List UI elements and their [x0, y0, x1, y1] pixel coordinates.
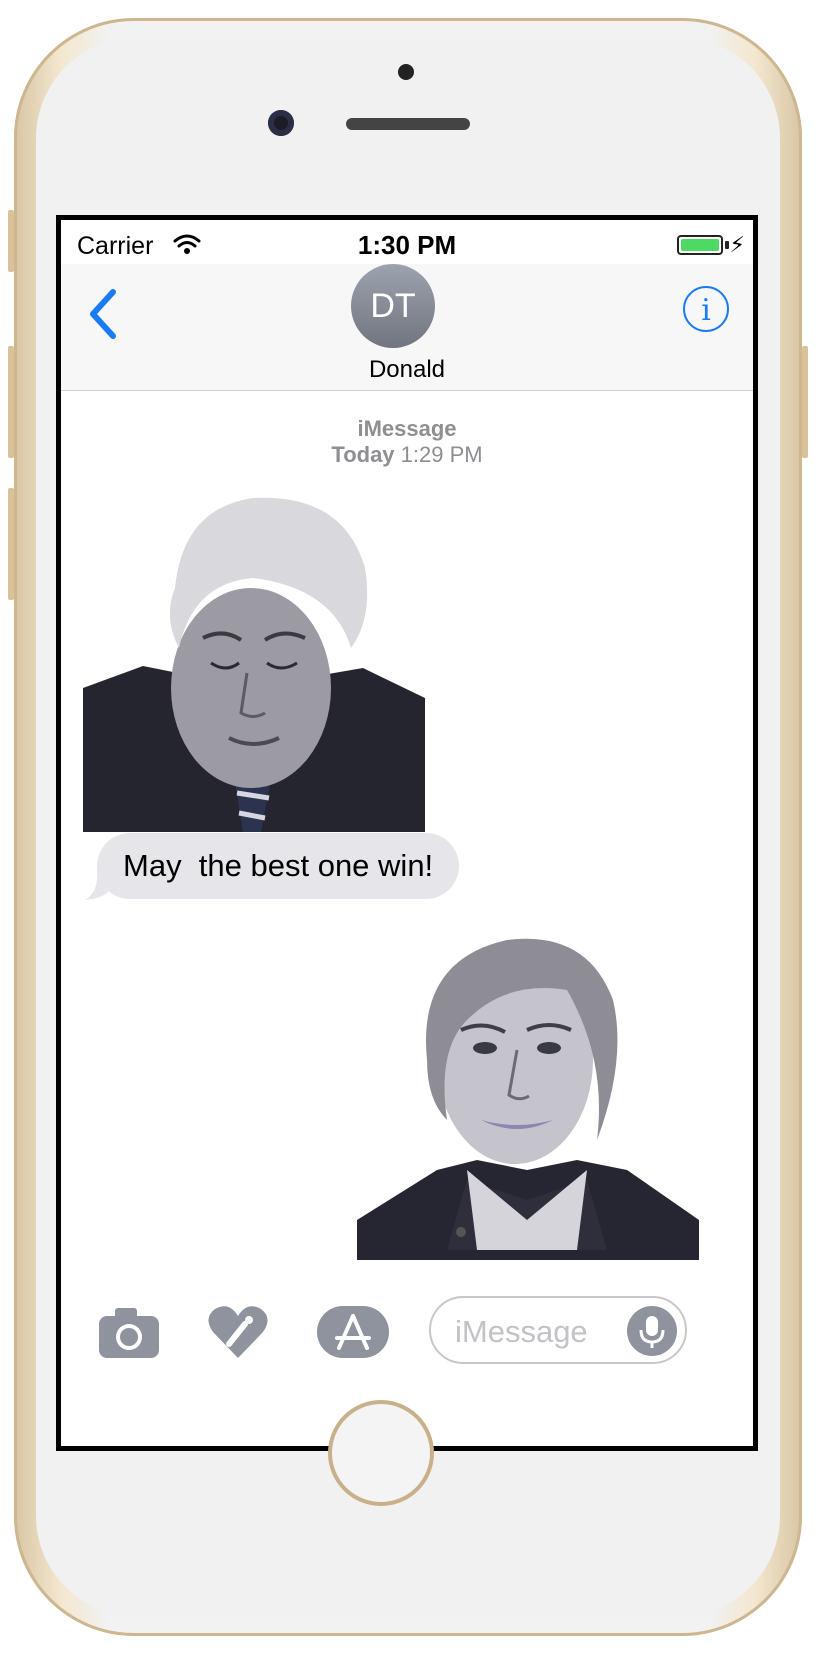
status-bar: Carrier 1:30 PM ⚡ — [61, 220, 753, 264]
volume-up-button — [8, 346, 14, 458]
message-input[interactable]: iMessage — [429, 1296, 687, 1364]
digital-touch-heart-icon[interactable] — [207, 1304, 269, 1360]
earpiece-speaker — [346, 118, 470, 130]
home-button[interactable] — [328, 1400, 434, 1506]
volume-down-button — [8, 488, 14, 600]
charging-bolt-icon: ⚡ — [729, 232, 745, 257]
battery-tip — [725, 241, 729, 249]
service-label: iMessage — [357, 416, 457, 441]
clock: 1:30 PM — [357, 230, 457, 260]
battery-level — [681, 239, 719, 251]
app-store-icon[interactable] — [317, 1304, 389, 1360]
conversation-timestamp: iMessage Today 1:29 PM — [61, 416, 753, 468]
microphone-icon — [639, 1316, 665, 1348]
proximity-sensor — [398, 64, 414, 80]
message-input-placeholder: iMessage — [455, 1314, 588, 1349]
timestamp-day: Today — [331, 442, 395, 467]
front-camera — [268, 110, 294, 136]
screen: Carrier 1:30 PM ⚡ DT Donald i iMessage T… — [56, 215, 758, 1451]
message-bubble[interactable]: May the best one win! — [97, 833, 460, 899]
mute-switch — [8, 210, 14, 272]
man-in-suit-sticker[interactable] — [83, 488, 425, 832]
battery-icon — [677, 235, 723, 255]
contact-name[interactable]: Donald — [61, 356, 753, 384]
chevron-left-icon[interactable] — [83, 284, 123, 344]
power-button — [802, 346, 808, 458]
camera-icon[interactable] — [97, 1304, 161, 1360]
woman-portrait-sticker[interactable] — [357, 920, 699, 1260]
conversation-header: DT Donald i — [61, 264, 753, 391]
info-button[interactable]: i — [683, 286, 729, 332]
timestamp-time: 1:29 PM — [400, 442, 483, 467]
contact-avatar[interactable]: DT — [351, 264, 435, 348]
microphone-button[interactable] — [627, 1306, 677, 1356]
compose-toolbar: iMessage — [61, 1290, 753, 1380]
